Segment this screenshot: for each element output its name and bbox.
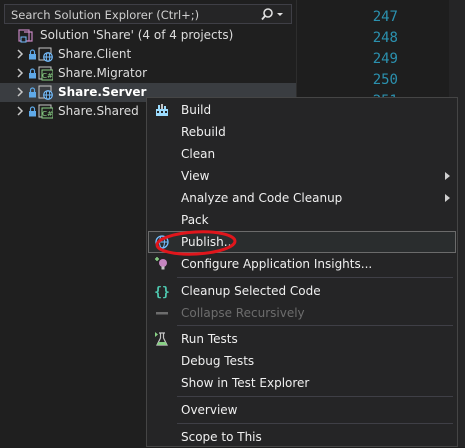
menu-item-analyze-and-code-cleanup[interactable]: Analyze and Code Cleanup	[148, 187, 456, 209]
globe-project-icon	[38, 85, 53, 100]
menu-item-label: View	[181, 169, 210, 183]
search-placeholder: Search Solution Explorer (Ctrl+;)	[11, 8, 200, 22]
braces-icon: {}	[154, 285, 170, 299]
project-label: Share.Shared	[58, 104, 139, 118]
line-number: 246	[358, 0, 398, 4]
svg-text:C#: C#	[42, 110, 53, 118]
menu-item-label: Clean	[181, 147, 216, 161]
project-node[interactable]: C# Share.Migrator	[0, 64, 296, 83]
menu-item-label: Rebuild	[181, 125, 226, 139]
menu-separator	[177, 325, 453, 326]
menu-item-run-tests[interactable]: Run Tests	[148, 328, 456, 350]
menu-item-cleanup-selected-code[interactable]: {} Cleanup Selected Code	[148, 280, 456, 302]
menu-item-overview[interactable]: Overview	[148, 399, 456, 421]
menu-item-label: Run Tests	[181, 332, 238, 346]
menu-item-label: Publish...	[181, 235, 236, 249]
menu-item-label: Debug Tests	[181, 354, 255, 368]
svg-text:C#: C#	[42, 72, 53, 80]
lock-icon	[29, 49, 36, 60]
publish-globe-icon	[155, 235, 169, 249]
chevron-right-icon[interactable]	[16, 106, 24, 116]
run-tests-flask-icon	[155, 332, 168, 346]
menu-separator	[177, 423, 453, 424]
csharp-project-icon: C#	[38, 104, 53, 119]
menu-item-label: Cleanup Selected Code	[181, 284, 321, 298]
lock-icon	[29, 68, 36, 79]
menu-item-pack[interactable]: Pack	[148, 209, 456, 231]
menu-item-label: Scope to This	[181, 430, 262, 444]
chevron-right-icon[interactable]	[16, 87, 24, 97]
svg-text:{}: {}	[154, 285, 170, 299]
menu-item-label: Pack	[181, 213, 209, 227]
line-number: 249	[372, 51, 398, 67]
insights-bulb-icon	[155, 257, 167, 270]
solution-label: Solution 'Share' (4 of 4 projects)	[40, 28, 234, 42]
globe-project-icon	[38, 47, 53, 62]
line-number: 248	[372, 30, 398, 46]
search-icon[interactable]	[261, 7, 285, 22]
build-icon	[156, 104, 168, 116]
menu-item-label: Collapse Recursively	[181, 306, 305, 320]
menu-item-show-in-test-explorer[interactable]: Show in Test Explorer	[148, 372, 456, 394]
collapse-icon	[156, 312, 168, 315]
menu-item-label: Overview	[181, 403, 238, 417]
project-label: Share.Migrator	[58, 66, 148, 80]
solution-node[interactable]: Solution 'Share' (4 of 4 projects)	[0, 26, 296, 45]
submenu-arrow-icon	[445, 172, 450, 180]
menu-separator	[177, 396, 453, 397]
menu-item-label: Analyze and Code Cleanup	[181, 191, 343, 205]
menu-item-publish[interactable]: Publish...	[148, 231, 456, 253]
menu-item-view[interactable]: View	[148, 165, 456, 187]
lock-icon	[29, 106, 36, 117]
menu-item-label: Build	[181, 103, 212, 117]
csharp-project-icon: C#	[38, 66, 53, 81]
menu-separator	[177, 277, 453, 278]
line-number: 250	[372, 72, 398, 88]
menu-item-configure-application-insights[interactable]: Configure Application Insights...	[148, 253, 456, 275]
project-context-menu: Build Rebuild Clean View Analyze and Code Cl…	[146, 97, 458, 447]
search-solution-explorer-input[interactable]: Search Solution Explorer (Ctrl+;)	[4, 4, 292, 24]
lock-icon	[29, 87, 36, 98]
submenu-arrow-icon	[445, 194, 450, 202]
project-label: Share.Client	[58, 47, 132, 61]
chevron-right-icon[interactable]	[16, 68, 24, 78]
menu-item-debug-tests[interactable]: Debug Tests	[148, 350, 456, 372]
menu-item-clean[interactable]: Clean	[148, 143, 456, 165]
chevron-right-icon[interactable]	[16, 49, 24, 59]
menu-item-rebuild[interactable]: Rebuild	[148, 121, 456, 143]
menu-item-collapse-recursively: Collapse Recursively	[148, 302, 456, 324]
menu-item-build[interactable]: Build	[148, 99, 456, 121]
project-node[interactable]: Share.Client	[0, 45, 296, 64]
menu-item-scope-to-this[interactable]: Scope to This	[148, 426, 456, 448]
solution-icon	[18, 29, 33, 43]
project-label: Share.Server	[58, 85, 147, 99]
menu-item-label: Show in Test Explorer	[181, 376, 310, 390]
line-number: 247	[372, 9, 398, 25]
menu-item-label: Configure Application Insights...	[181, 257, 373, 271]
